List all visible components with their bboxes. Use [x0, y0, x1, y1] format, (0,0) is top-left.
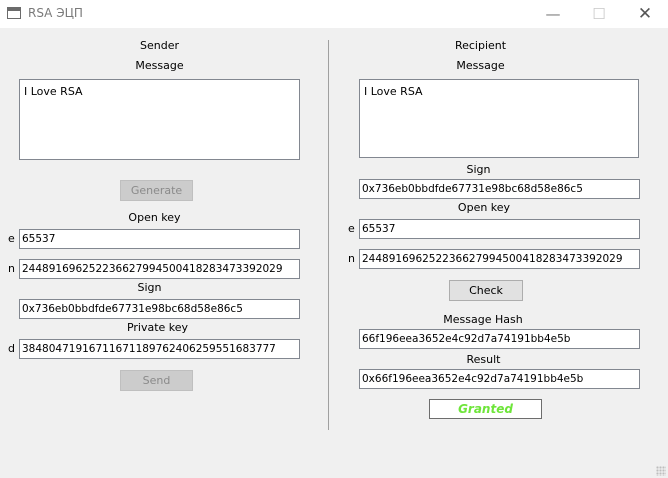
sender-n-label: n	[8, 262, 15, 275]
recipient-message-input[interactable]: I Love RSA	[359, 79, 639, 158]
sender-heading: Sender	[140, 39, 179, 52]
message-hash-field[interactable]: 66f196eea3652e4c92d7a74191bb4e5b	[359, 329, 640, 349]
sender-e-field[interactable]: 65537	[19, 229, 300, 249]
recipient-sign-label: Sign	[466, 163, 491, 176]
sender-e-label: e	[8, 232, 15, 245]
result-field[interactable]: 0x66f196eea3652e4c92d7a74191bb4e5b	[359, 369, 640, 389]
message-hash-label: Message Hash	[443, 313, 523, 326]
recipient-sign-field[interactable]: 0x736eb0bbdfde67731e98bc68d58e86c5	[359, 179, 640, 199]
sender-sign-field[interactable]: 0x736eb0bbdfde67731e98bc68d58e86c5	[19, 299, 300, 319]
sender-d-label: d	[8, 342, 15, 355]
result-label: Result	[466, 353, 501, 366]
recipient-e-field[interactable]: 65537	[359, 219, 640, 239]
sender-sign-label: Sign	[137, 281, 162, 294]
panel-divider	[328, 40, 329, 430]
window-title: RSA ЭЦП	[28, 6, 83, 20]
verification-status-badge: Granted	[429, 399, 542, 419]
sender-open-key-label: Open key	[128, 211, 181, 224]
sender-n-field[interactable]: 244891696252236627994500418283473392029	[19, 259, 300, 279]
recipient-open-key-label: Open key	[457, 201, 511, 214]
minimize-icon[interactable]: —	[530, 0, 576, 28]
check-button[interactable]: Check	[449, 280, 523, 301]
title-bar: RSA ЭЦП — ☐ ✕	[0, 0, 668, 28]
recipient-heading: Recipient	[454, 39, 507, 52]
send-button[interactable]: Send	[120, 370, 193, 391]
close-icon[interactable]: ✕	[622, 0, 668, 28]
sender-d-field[interactable]: 38480471916711671189762406259551683777	[19, 339, 300, 359]
private-key-label: Private key	[126, 321, 189, 334]
recipient-message-label: Message	[456, 59, 505, 72]
resize-grip-icon[interactable]	[656, 466, 666, 476]
recipient-n-label: n	[348, 252, 355, 265]
sender-message-label: Message	[135, 59, 184, 72]
sender-message-input[interactable]: I Love RSA	[19, 79, 300, 160]
recipient-e-label: e	[348, 222, 355, 235]
app-window-icon	[7, 7, 21, 19]
recipient-n-field[interactable]: 244891696252236627994500418283473392029	[359, 249, 640, 269]
maximize-icon[interactable]: ☐	[576, 0, 622, 28]
generate-button[interactable]: Generate	[120, 180, 193, 201]
